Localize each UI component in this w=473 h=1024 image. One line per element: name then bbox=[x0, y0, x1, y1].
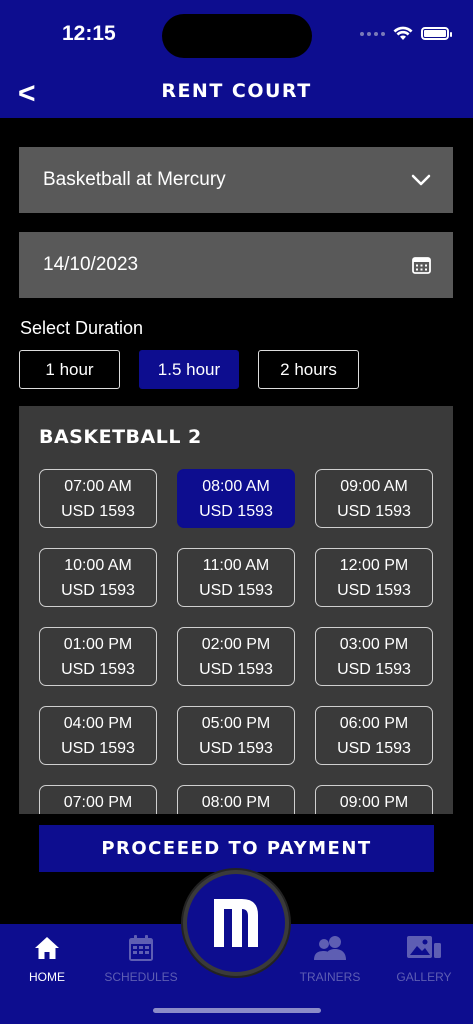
time-slot[interactable]: 07:00 AM USD 1593 bbox=[39, 469, 157, 528]
time-slot[interactable]: 08:00 AM USD 1593 bbox=[177, 469, 295, 528]
slot-price: USD 1593 bbox=[199, 739, 273, 757]
duration-option-2-hours[interactable]: 2 hours bbox=[258, 350, 359, 389]
slot-time: 05:00 PM bbox=[201, 714, 271, 732]
court-name: BASKETBALL 2 bbox=[39, 426, 202, 448]
date-field[interactable]: 14/10/2023 bbox=[19, 232, 453, 298]
slot-time: 04:00 PM bbox=[63, 714, 133, 732]
tab-gallery[interactable]: GALLERY bbox=[379, 932, 469, 984]
slot-price: USD 1593 bbox=[337, 502, 411, 520]
slot-price: USD 1593 bbox=[199, 660, 273, 678]
cellular-signal-icon bbox=[360, 31, 385, 36]
sport-select[interactable]: Basketball at Mercury bbox=[19, 147, 453, 213]
court-slots-panel[interactable]: BASKETBALL 2 07:00 AM USD 1593 08:00 AM USD… bbox=[19, 406, 453, 814]
time-slot[interactable]: 07:00 PMUSD 1593 bbox=[39, 785, 157, 814]
page-title: RENT COURT bbox=[161, 80, 312, 102]
time-slot[interactable]: 09:00 PMUSD 1593 bbox=[315, 785, 433, 814]
slot-time: 09:00 PM bbox=[339, 793, 409, 811]
date-field-value: 14/10/2023 bbox=[43, 254, 139, 275]
time-slot[interactable]: 05:00 PM USD 1593 bbox=[177, 706, 295, 765]
time-slot[interactable]: 11:00 AM USD 1593 bbox=[177, 548, 295, 607]
tab-trainers[interactable]: TRAINERS bbox=[285, 932, 375, 984]
time-slot[interactable]: 06:00 PM USD 1593 bbox=[315, 706, 433, 765]
slot-price: USD 1593 bbox=[199, 502, 273, 520]
slot-price: USD 1593 bbox=[337, 581, 411, 599]
wifi-icon bbox=[393, 26, 413, 40]
time-slot[interactable]: 01:00 PM USD 1593 bbox=[39, 627, 157, 686]
m-logo-icon bbox=[214, 899, 258, 947]
home-indicator bbox=[153, 1008, 321, 1013]
sport-select-value: Basketball at Mercury bbox=[43, 169, 226, 190]
tab-home-label: HOME bbox=[29, 970, 65, 984]
proceed-to-payment-button[interactable]: PROCEEED TO PAYMENT bbox=[39, 825, 434, 872]
time-slot[interactable]: 03:00 PM USD 1593 bbox=[315, 627, 433, 686]
slot-time: 03:00 PM bbox=[339, 635, 409, 653]
time-slot[interactable]: 04:00 PM USD 1593 bbox=[39, 706, 157, 765]
tab-gallery-label: GALLERY bbox=[396, 970, 452, 984]
chevron-down-icon bbox=[411, 174, 431, 186]
battery-icon bbox=[421, 27, 452, 40]
tab-trainers-label: TRAINERS bbox=[299, 970, 361, 984]
slot-time: 09:00 AM bbox=[340, 477, 408, 495]
slot-time: 07:00 AM bbox=[64, 477, 132, 495]
slot-time: 08:00 AM bbox=[202, 477, 270, 495]
gallery-icon bbox=[407, 936, 441, 958]
tab-schedules-label: SCHEDULES bbox=[104, 970, 178, 984]
slot-time: 02:00 PM bbox=[201, 635, 271, 653]
status-icons bbox=[360, 26, 452, 41]
slot-price: USD 1593 bbox=[61, 660, 135, 678]
slot-price: USD 1593 bbox=[61, 581, 135, 599]
status-time: 12:15 bbox=[62, 22, 116, 45]
duration-option-1-5-hour[interactable]: 1.5 hour bbox=[139, 350, 239, 389]
slot-time: 10:00 AM bbox=[64, 556, 132, 574]
time-slot[interactable]: 02:00 PM USD 1593 bbox=[177, 627, 295, 686]
slot-price: USD 1593 bbox=[337, 660, 411, 678]
app-header: 12:15 < RENT COURT bbox=[0, 0, 473, 118]
dynamic-island bbox=[162, 14, 312, 58]
slot-time: 08:00 PM bbox=[201, 793, 271, 811]
duration-option-1-hour[interactable]: 1 hour bbox=[19, 350, 120, 389]
people-icon bbox=[314, 936, 346, 960]
slot-price: USD 1593 bbox=[337, 739, 411, 757]
slot-time: 01:00 PM bbox=[63, 635, 133, 653]
time-slot[interactable]: 10:00 AM USD 1593 bbox=[39, 548, 157, 607]
duration-label: Select Duration bbox=[20, 318, 144, 338]
tab-home[interactable]: HOME bbox=[2, 932, 92, 984]
slot-time: 06:00 PM bbox=[339, 714, 409, 732]
calendar-icon bbox=[129, 935, 153, 961]
home-icon bbox=[35, 937, 59, 959]
time-slot[interactable]: 09:00 AM USD 1593 bbox=[315, 469, 433, 528]
time-slot[interactable]: 12:00 PM USD 1593 bbox=[315, 548, 433, 607]
slot-time: 11:00 AM bbox=[202, 556, 270, 574]
tab-schedules[interactable]: SCHEDULES bbox=[96, 932, 186, 984]
slot-price: USD 1593 bbox=[61, 502, 135, 520]
calendar-icon[interactable] bbox=[412, 256, 431, 274]
time-slot[interactable]: 08:00 PMUSD 1593 bbox=[177, 785, 295, 814]
slot-time: 07:00 PM bbox=[63, 793, 133, 811]
center-logo-button[interactable] bbox=[183, 870, 289, 976]
slot-price: USD 1593 bbox=[199, 581, 273, 599]
slot-time: 12:00 PM bbox=[339, 556, 409, 574]
slot-price: USD 1593 bbox=[61, 739, 135, 757]
